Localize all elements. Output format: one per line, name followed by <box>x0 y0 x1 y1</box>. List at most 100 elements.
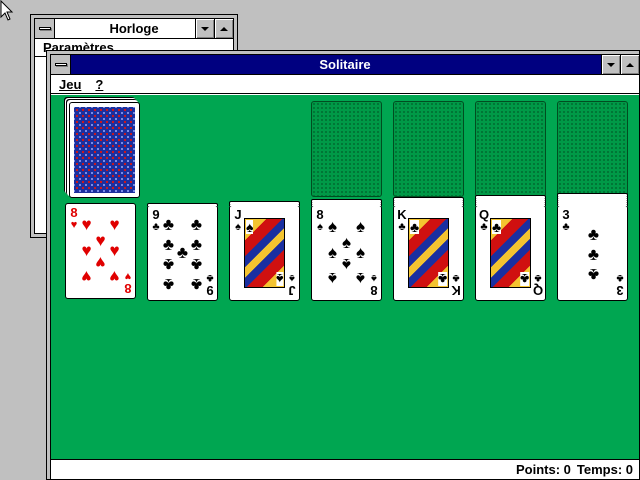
card-index: 9 ♣ <box>203 272 217 298</box>
card-rank: Q <box>532 283 544 298</box>
foundation-slot-3[interactable] <box>475 101 546 197</box>
card-pip-icon: ♥ <box>81 215 92 234</box>
tableau-card-5[interactable]: K ♣ K ♣ ♣ ♣ <box>393 197 464 301</box>
card-rank: K <box>451 283 461 298</box>
card-suit-icon: ♣ <box>398 221 406 233</box>
status-bar: Points: 0 Temps: 0 <box>51 459 639 479</box>
card-pip-icon: ♣ <box>587 225 600 244</box>
card-rank: 9 <box>206 283 214 298</box>
card-suit-icon: ♠ <box>289 272 295 284</box>
card-suit-icon: ♠ <box>246 219 254 235</box>
solitaire-titlebar[interactable]: Solitaire <box>51 55 639 75</box>
card-index: 3 ♣ <box>613 272 627 298</box>
card-pip-icon: ♣ <box>587 265 600 284</box>
menu-jeu[interactable]: Jeu <box>59 77 81 92</box>
card-pip-icon: ♠ <box>327 269 338 288</box>
card-pip-icon: ♣ <box>162 275 175 294</box>
horloge-system-menu-button[interactable] <box>35 19 55 38</box>
card-pip-icon: ♣ <box>190 215 203 234</box>
tableau-card-1[interactable]: 8 ♥ 8 ♥ ♥ ♥ ♥ ♥ ♥ ♥ ♥ ♥ <box>65 203 136 299</box>
court-card-portrait: ♠ ♠ <box>244 218 285 288</box>
card-suit-icon: ♠ <box>275 271 283 287</box>
game-table[interactable]: 8 ♥ 8 ♥ ♥ ♥ ♥ ♥ ♥ ♥ ♥ ♥ 9 ♣ 9 ♣ ♣ ♣ ♣ ♣ ♣ ♣ ♣ ♣ ♣ J ♠ J ♠ ♠ ♠ 8 ♠ 8 ♠ ♠ ♠ ♠ ♠ ♠… <box>51 95 639 459</box>
horloge-titlebar[interactable]: Horloge <box>35 19 233 39</box>
card-pip-icon: ♠ <box>355 269 366 288</box>
card-pip-icon: ♠ <box>327 217 338 236</box>
card-rank: 8 <box>316 207 324 222</box>
solitaire-system-menu-button[interactable] <box>51 55 71 74</box>
maximize-arrow-icon <box>626 62 634 67</box>
foundation-slot-4[interactable] <box>557 101 628 197</box>
solitaire-maximize-button[interactable] <box>620 55 639 74</box>
card-back-pattern <box>73 106 136 194</box>
face-down-card-edge <box>475 195 546 198</box>
card-suit-icon: ♠ <box>371 272 377 284</box>
card-pip-icon: ♥ <box>109 267 120 286</box>
card-suit-icon: ♣ <box>492 219 502 235</box>
solitaire-client: Solitaire Jeu ? 8 ♥ 8 ♥ ♥ ♥ ♥ ♥ ♥ ♥ ♥ ♥ 9 ♣ 9 ♣ ♣ ♣ ♣ ♣ ♣ ♣ ♣ ♣… <box>50 54 639 479</box>
solitaire-title: Solitaire <box>319 57 371 72</box>
card-index: J ♠ <box>231 207 245 233</box>
card-index: Q ♣ <box>531 272 545 298</box>
card-rank: 8 <box>370 283 378 298</box>
card-pip-icon: ♣ <box>587 245 600 264</box>
maximize-arrow-icon <box>220 26 228 31</box>
card-suit-icon: ♣ <box>410 219 420 235</box>
court-card-portrait: ♣ ♣ <box>408 218 449 288</box>
face-down-card-edge <box>393 197 464 200</box>
card-rank: 3 <box>562 207 570 222</box>
card-suit-icon: ♣ <box>206 272 214 284</box>
card-pip-icon: ♥ <box>81 267 92 286</box>
stock-pile[interactable] <box>69 102 140 198</box>
card-suit-icon: ♥ <box>124 270 132 282</box>
card-rank: J <box>234 207 242 222</box>
mouse-pointer-icon <box>0 0 14 21</box>
face-down-card-edge <box>557 193 628 196</box>
tableau-card-7[interactable]: 3 ♣ 3 ♣ ♣ ♣ ♣ <box>557 193 628 301</box>
card-pip-icon: ♣ <box>190 255 203 274</box>
face-down-card-edge <box>229 201 300 204</box>
card-rank: 8 <box>124 281 132 296</box>
card-suit-icon: ♠ <box>235 221 241 233</box>
tableau-card-4[interactable]: 8 ♠ 8 ♠ ♠ ♠ ♠ ♠ ♠ ♠ ♠ ♠ <box>311 199 382 301</box>
card-index: K ♣ <box>395 207 409 233</box>
foundation-slot-1[interactable] <box>311 101 382 197</box>
card-suit-icon: ♣ <box>437 271 447 287</box>
horloge-maximize-button[interactable] <box>214 19 233 38</box>
solitaire-minimize-button[interactable] <box>601 55 620 74</box>
time-label: Temps: 0 <box>576 462 633 477</box>
card-suit-icon: ♣ <box>519 271 529 287</box>
card-pip-icon: ♣ <box>162 255 175 274</box>
menu-help[interactable]: ? <box>95 77 103 92</box>
card-pip-icon: ♣ <box>162 215 175 234</box>
solitaire-window[interactable]: Solitaire Jeu ? 8 ♥ 8 ♥ ♥ ♥ ♥ ♥ ♥ ♥ ♥ ♥ 9 ♣ 9 ♣ ♣ ♣ ♣ ♣ ♣ ♣ ♣ ♣… <box>46 50 640 480</box>
card-rank: 9 <box>152 207 160 222</box>
card-suit-icon: ♣ <box>562 221 570 233</box>
minimize-arrow-icon <box>607 62 615 67</box>
card-rank: J <box>288 283 296 298</box>
solitaire-menubar: Jeu ? <box>51 75 639 94</box>
card-index: K ♣ <box>449 272 463 298</box>
card-pip-icon: ♠ <box>355 217 366 236</box>
tableau-card-6[interactable]: Q ♣ Q ♣ ♣ ♣ <box>475 195 546 301</box>
face-down-card-edge <box>311 199 382 202</box>
foundation-slot-2[interactable] <box>393 101 464 197</box>
card-index: Q ♣ <box>477 207 491 233</box>
card-pip-icon: ♣ <box>190 275 203 294</box>
face-down-card-edge <box>147 203 218 206</box>
horloge-title: Horloge <box>109 21 159 36</box>
horloge-minimize-button[interactable] <box>195 19 214 38</box>
card-suit-icon: ♣ <box>616 272 624 284</box>
points-label: Points: 0 <box>515 462 571 477</box>
card-rank: Q <box>478 207 490 222</box>
tableau-card-2[interactable]: 9 ♣ 9 ♣ ♣ ♣ ♣ ♣ ♣ ♣ ♣ ♣ ♣ <box>147 203 218 301</box>
card-suit-icon: ♣ <box>480 221 488 233</box>
card-rank: 3 <box>616 283 624 298</box>
card-index: J ♠ <box>285 272 299 298</box>
card-rank: K <box>397 207 407 222</box>
court-card-portrait: ♣ ♣ <box>490 218 531 288</box>
card-index: 8 ♥ <box>121 270 135 296</box>
minimize-arrow-icon <box>201 26 209 31</box>
card-pip-icon: ♥ <box>109 215 120 234</box>
tableau-card-3[interactable]: J ♠ J ♠ ♠ ♠ <box>229 201 300 301</box>
